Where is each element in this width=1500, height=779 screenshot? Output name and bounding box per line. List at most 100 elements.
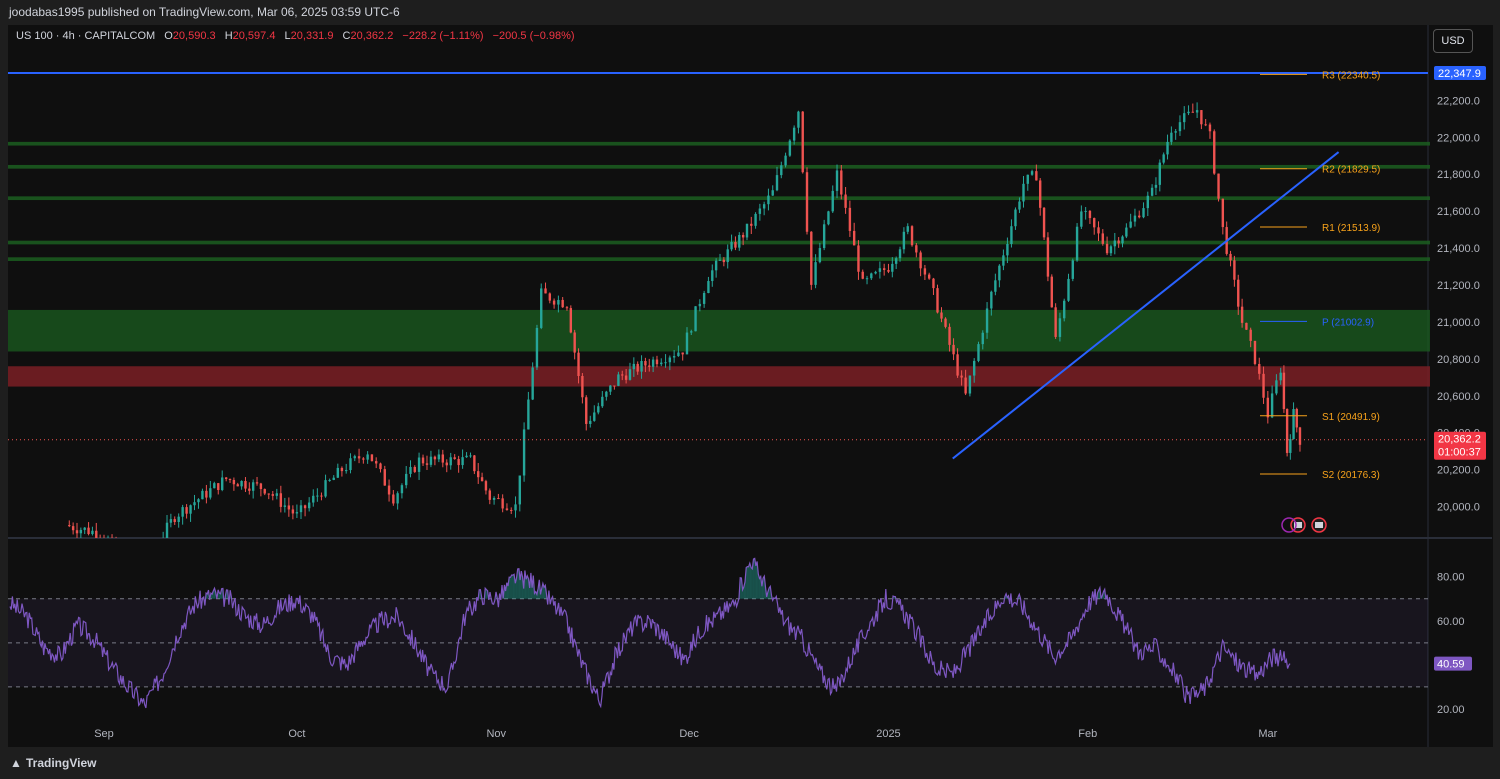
candle-body: [344, 470, 348, 472]
candle-body: [328, 479, 331, 481]
candle-body: [585, 397, 588, 424]
candle-body: [964, 377, 967, 394]
candle-body: [994, 280, 997, 292]
candle-body: [1121, 236, 1124, 244]
time-tick-0: Sep: [94, 728, 114, 740]
candle-body: [726, 249, 729, 263]
candle-body: [1213, 131, 1216, 174]
candle-body: [1093, 218, 1096, 228]
candle-body: [1080, 211, 1083, 227]
candle-body: [465, 455, 468, 458]
candle-body: [1022, 183, 1025, 202]
candle-body: [1035, 171, 1038, 181]
candle-body: [251, 482, 255, 491]
candle-body: [320, 495, 323, 497]
candle-body: [609, 385, 612, 392]
candle-body: [1067, 278, 1070, 301]
candle-body: [248, 488, 251, 491]
symbol-name[interactable]: US 100 · 4h · CAPITALCOM: [16, 30, 155, 42]
candle-body: [492, 498, 496, 500]
chart-canvas[interactable]: R3 (22340.5) R2 (21829.5) R1 (21513.9) P (2…: [0, 0, 1500, 779]
candle-body: [501, 498, 504, 509]
candle-body: [681, 352, 684, 355]
candle-body: [91, 530, 94, 535]
candle-body: [621, 374, 624, 376]
rsi-overbought-fill: [748, 563, 750, 599]
candle-body: [1026, 174, 1029, 184]
rsi-overbought-fill: [511, 574, 513, 599]
candle-body: [835, 170, 839, 191]
candle-body: [1275, 380, 1278, 394]
candle-body: [1075, 226, 1079, 261]
candle-body: [1183, 113, 1186, 123]
rsi-overbought-fill: [510, 574, 512, 599]
candle-body: [927, 274, 931, 279]
candle-body: [1240, 306, 1244, 323]
candle-body: [115, 540, 117, 551]
price-tick-5: 21,200.0: [1437, 280, 1480, 292]
candle-body: [1071, 260, 1074, 279]
candle-body: [601, 396, 604, 407]
candle-body: [267, 493, 270, 495]
candle-body: [636, 363, 639, 372]
candle-body: [694, 306, 697, 332]
candle-body: [644, 361, 647, 366]
candle-body: [213, 483, 216, 489]
candle-body: [780, 165, 783, 176]
candle-body: [891, 263, 894, 272]
candle-body: [565, 307, 569, 309]
candle-body: [1270, 393, 1274, 418]
candle-body: [767, 195, 770, 205]
candle-body: [548, 293, 552, 301]
time-tick-6: Mar: [1258, 728, 1277, 740]
candle-body: [209, 488, 212, 498]
candle-body: [1292, 409, 1295, 440]
candle-body: [291, 509, 295, 514]
price-tick-4: 21,400.0: [1437, 243, 1480, 255]
rsi-overbought-fill: [755, 561, 758, 599]
candle-body: [425, 463, 429, 465]
candle-body: [1117, 240, 1120, 244]
candle-body: [668, 357, 672, 363]
candle-body: [400, 485, 404, 494]
candle-body: [822, 224, 826, 249]
tradingview-logo[interactable]: ▲ TradingView: [10, 756, 96, 770]
candle-body: [1217, 173, 1220, 199]
candle-body: [119, 551, 121, 554]
price-tick-11: 20,000.0: [1437, 502, 1480, 514]
candle-body: [981, 332, 984, 345]
currency-button[interactable]: USD: [1433, 29, 1473, 53]
candle-body: [522, 429, 526, 476]
candle-body: [147, 555, 149, 568]
candle-body: [840, 170, 843, 195]
candle-body: [660, 362, 663, 365]
candle-body: [307, 502, 311, 509]
candle-body: [1039, 180, 1042, 208]
candle-body: [75, 530, 79, 534]
candle-body: [162, 538, 164, 545]
candle-body: [457, 459, 460, 466]
candle-body: [205, 490, 208, 498]
candle-body: [1150, 187, 1154, 196]
candle-body: [127, 564, 129, 569]
price-zone-support-5: [8, 309, 1430, 352]
candle-body: [624, 375, 628, 380]
candle-body: [906, 226, 909, 232]
candle-body: [131, 564, 133, 573]
candle-body: [874, 271, 877, 274]
candle-body: [154, 549, 156, 555]
pivot-label-1: R2 (21829.5): [1322, 165, 1380, 176]
candle-body: [887, 269, 890, 272]
candle-body: [336, 467, 340, 478]
candle-body: [123, 554, 125, 569]
candle-body: [1154, 184, 1158, 188]
candle-body: [1046, 237, 1050, 277]
pivot-label-0: R3 (22340.5): [1322, 70, 1380, 81]
candle-body: [353, 456, 356, 459]
candle-body: [1054, 307, 1057, 337]
candle-body: [417, 457, 421, 472]
candle-body: [535, 327, 539, 368]
candle-body: [405, 473, 408, 486]
price-tick-0: 22,200.0: [1437, 95, 1480, 107]
candle-body: [279, 493, 283, 507]
